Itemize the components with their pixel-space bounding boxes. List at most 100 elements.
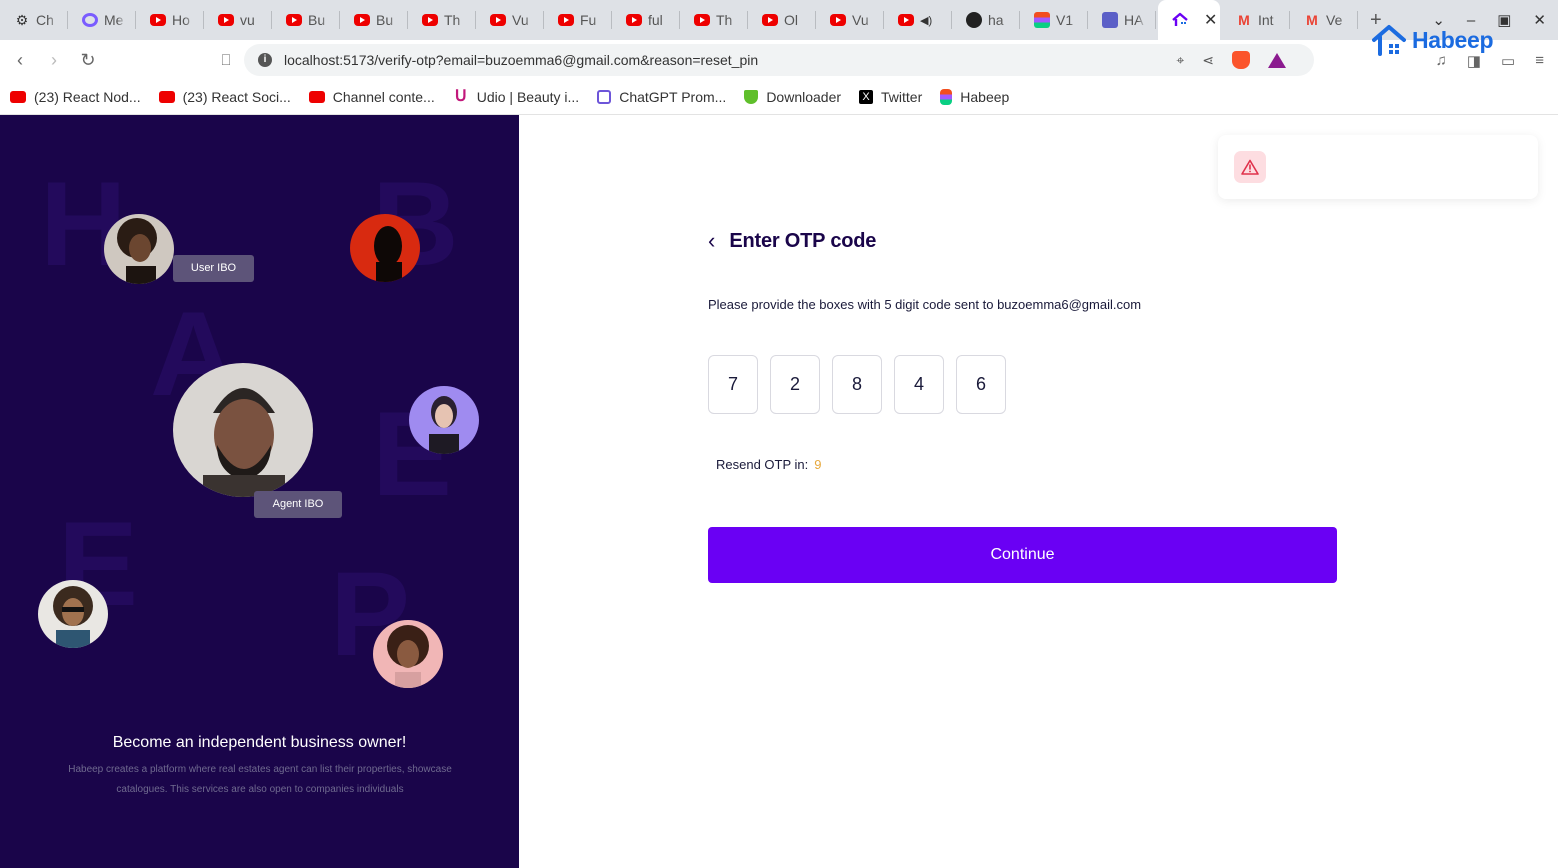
tab-youtube[interactable]: vu [204,0,272,40]
menu-icon[interactable]: ≡ [1535,52,1544,70]
youtube-icon [218,14,234,26]
brave-shields-icon[interactable] [1232,51,1250,69]
agent-ibo-chip: Agent IBO [254,491,342,518]
udio-icon: ᑌ [454,88,467,105]
youtube-icon [762,14,778,26]
habeep-logo: Habeep [1372,24,1494,56]
youtube-icon [694,14,710,26]
bookmark-item[interactable]: ChatGPT Prom... [597,89,726,105]
page-title: Enter OTP code [729,229,877,252]
close-tab-icon[interactable]: ✕ [1204,10,1217,30]
tab-youtube[interactable]: Ho [136,0,204,40]
habeep-icon [1172,12,1188,28]
back-chevron-icon[interactable]: ‹ [708,228,715,254]
tab-youtube[interactable]: Bu [340,0,408,40]
address-bar[interactable]: i localhost:5173/verify-otp?email=buzoem… [244,44,1314,76]
bookmark-item[interactable]: (23) React Soci... [158,89,291,105]
otp-instruction: Please provide the boxes with 5 digit co… [708,297,1142,312]
tab-youtube[interactable]: Ol [748,0,816,40]
tab-youtube[interactable]: Th [680,0,748,40]
tab-meta[interactable]: Me [68,0,136,40]
restore-button[interactable]: ▣ [1497,11,1511,29]
bookmark-item[interactable]: Downloader [744,89,841,105]
docs-icon [1102,12,1118,28]
url-text[interactable]: localhost:5173/verify-otp?email=buzoemma… [284,52,758,68]
otp-digit-input[interactable] [708,355,758,414]
youtube-icon [354,14,370,26]
tab-habeep-active[interactable]: ✕ [1158,0,1220,40]
github-icon [966,12,982,28]
tab-github[interactable]: ha [952,0,1020,40]
tab-gmail[interactable]: M Ve [1290,0,1358,40]
share-icon[interactable]: ⋖ [1202,52,1214,69]
figma-icon [1034,12,1050,28]
otp-digit-input[interactable] [956,355,1006,414]
reload-icon[interactable]: ↻ [74,50,102,71]
youtube-icon [898,14,914,26]
marketing-title: Become an independent business owner! [112,734,407,751]
back-arrow-icon[interactable]: ‹ [6,50,34,71]
tab-youtube[interactable]: Vu [816,0,884,40]
tab-youtube-playing[interactable]: ◀) [884,0,952,40]
youtube-icon [558,14,574,26]
avatar-woman-afro [104,214,174,284]
youtube-icon [286,14,302,26]
otp-form-panel: ‹ Enter OTP code Please provide the boxe… [519,115,1558,868]
tab-youtube[interactable]: Th [408,0,476,40]
error-toast [1218,135,1538,199]
otp-digit-input[interactable] [894,355,944,414]
bookmark-icon[interactable]: ⎕ [212,52,240,69]
brave-rewards-icon[interactable] [1268,52,1286,68]
otp-input-group [708,355,1006,414]
gmail-icon: M [1306,12,1318,28]
bookmark-item[interactable]: Channel conte... [308,89,435,105]
youtube-icon [422,14,438,26]
tab-youtube[interactable]: Vu [476,0,544,40]
tab-chatgpt[interactable]: ⚙ Ch [0,0,68,40]
youtube-icon [158,91,175,103]
avatar-man-red [350,214,420,282]
resend-countdown: 9 [814,457,822,472]
tab-docs[interactable]: HA [1088,0,1156,40]
forward-arrow-icon[interactable]: › [40,50,68,71]
youtube-icon [10,91,26,103]
continue-button[interactable]: Continue [708,527,1337,583]
avatar-man-sunglasses [38,580,108,648]
marketing-panel: H B A E E P User IBO Agent IBO Become an… [0,115,519,868]
bookmark-item[interactable]: Habeep [940,89,1009,105]
chatgpt-icon: ⚙ [15,11,29,28]
youtube-icon [150,14,166,26]
figma-icon [940,89,953,105]
bookmark-item[interactable]: X Twitter [859,89,922,105]
tab-youtube[interactable]: Fu [544,0,612,40]
otp-digit-input[interactable] [770,355,820,414]
header-row: ‹ Enter OTP code [708,228,876,254]
bookmarks-bar: (23) React Nod... (23) React Soci... Cha… [0,80,1558,115]
youtube-icon [308,91,325,103]
habeep-logo-text: Habeep [1412,26,1494,53]
meta-icon [82,13,98,27]
youtube-icon [626,14,642,26]
habeep-logo-icon [1372,25,1406,56]
x-icon: X [859,90,874,104]
warning-icon [1234,151,1266,183]
omnibox-actions: ⌖ ⋖ [1176,51,1286,69]
tab-youtube[interactable]: Bu [272,0,340,40]
user-ibo-chip: User IBO [173,255,254,282]
close-window-button[interactable]: ✕ [1533,11,1546,29]
youtube-icon [830,14,846,26]
site-info-icon[interactable]: i [258,53,272,67]
tab-gmail[interactable]: M Int [1222,0,1290,40]
bookmark-item[interactable]: (23) React Nod... [10,89,141,105]
cube-icon [597,90,612,104]
avatar-man-beanie [173,363,313,497]
tab-youtube[interactable]: ful [612,0,680,40]
tab-figma[interactable]: V1 [1020,0,1088,40]
otp-digit-input[interactable] [832,355,882,414]
browser-toolbar: ‹ › ↻ ⎕ i localhost:5173/verify-otp?emai… [0,40,1558,80]
bookmark-item[interactable]: ᑌ Udio | Beauty i... [453,88,579,106]
location-off-icon[interactable]: ⌖ [1176,52,1184,69]
wallet-icon[interactable]: ▭ [1501,52,1515,70]
youtube-icon [490,14,506,26]
marketing-description: Habeep creates a platform where real est… [68,764,452,795]
